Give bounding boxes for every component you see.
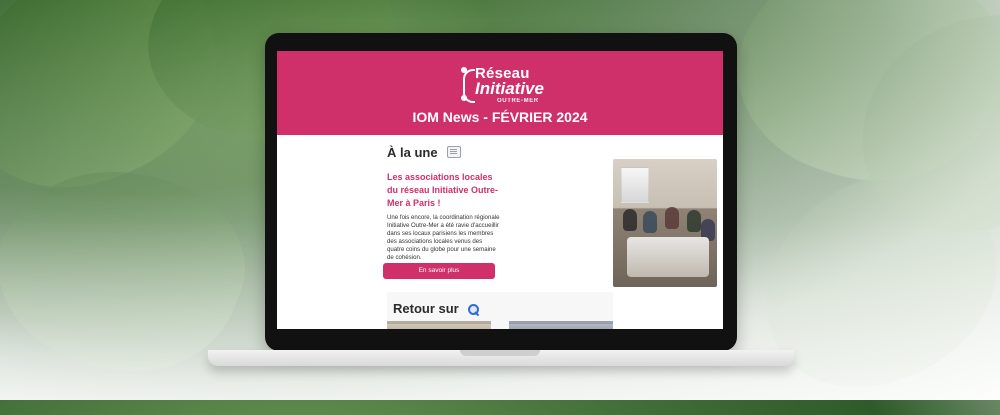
- magnifier-icon: [468, 304, 480, 315]
- logo-dot: [461, 95, 467, 101]
- photo-table: [627, 237, 709, 277]
- laptop-screen: Réseau Initiative OUTRE-MER IOM News - F…: [265, 33, 737, 351]
- thumbnail-bar: [509, 321, 613, 324]
- photo-person: [623, 209, 637, 231]
- article-body: Une fois encore, la coordination régiona…: [387, 214, 500, 261]
- article-headline[interactable]: Les associations locales du réseau Initi…: [387, 171, 499, 210]
- section-title: À la une: [387, 145, 462, 160]
- newsletter-content: À la une Les associations locales du rés…: [277, 135, 723, 329]
- photo-person: [687, 210, 701, 232]
- section-retour-sur: Retour sur: [387, 292, 613, 329]
- logo-text-outre-mer: OUTRE-MER: [497, 98, 539, 104]
- logo-text-initiative: Initiative: [475, 79, 544, 98]
- photo-window: [621, 167, 649, 203]
- read-more-button[interactable]: En savoir plus: [383, 263, 495, 279]
- meeting-photo[interactable]: [613, 159, 717, 287]
- newsletter-title: IOM News - FÉVRIER 2024: [412, 109, 588, 125]
- newsletter-header: Réseau Initiative OUTRE-MER IOM News - F…: [277, 51, 723, 135]
- section-title: Retour sur: [393, 301, 480, 316]
- section-title-text: Retour sur: [393, 301, 459, 316]
- section-a-la-une: À la une Les associations locales du rés…: [383, 145, 717, 287]
- recap-thumbnail[interactable]: [387, 321, 491, 329]
- newsletter-viewport: Réseau Initiative OUTRE-MER IOM News - F…: [277, 51, 723, 329]
- brand-logo: Réseau Initiative OUTRE-MER: [461, 65, 553, 105]
- photo-person: [643, 211, 657, 233]
- laptop-notch: [460, 350, 540, 356]
- plant-leaf: [733, 144, 1000, 415]
- logo-dot: [461, 67, 467, 73]
- section-title-text: À la une: [387, 145, 438, 160]
- newspaper-icon: [447, 146, 462, 158]
- recap-thumbnail[interactable]: [509, 321, 613, 329]
- thumbnail-bar: [387, 321, 491, 324]
- photo-person: [665, 207, 679, 229]
